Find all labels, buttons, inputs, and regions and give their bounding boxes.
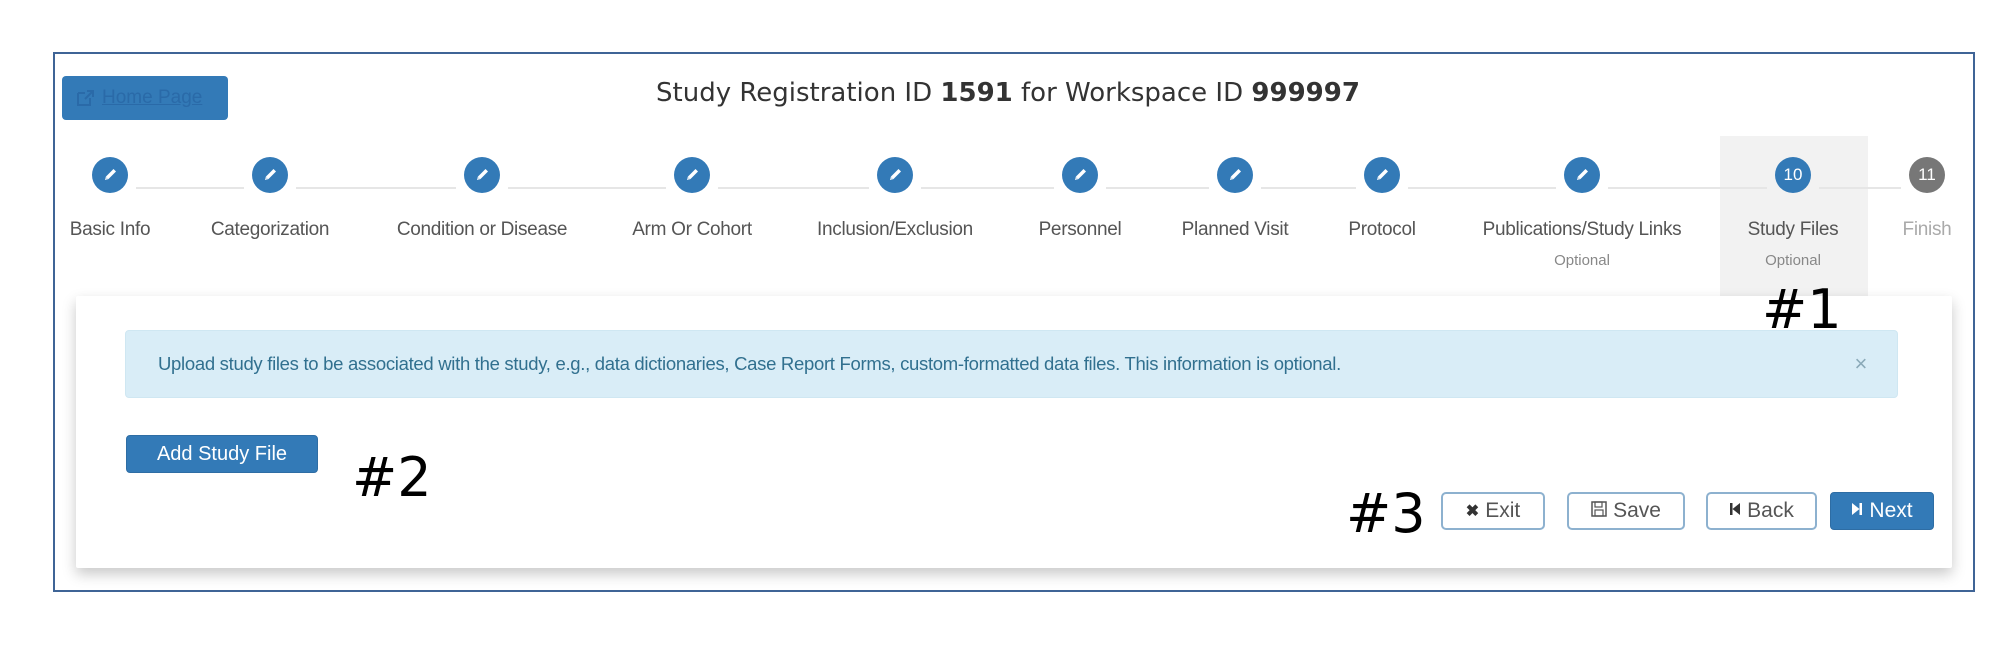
page-title: Study Registration ID 1591 for Workspace…	[0, 78, 2016, 108]
step-connector	[1608, 187, 1767, 189]
add-study-file-button[interactable]: Add Study File	[126, 435, 318, 473]
annotation-1: #1	[1762, 278, 1842, 341]
pencil-icon	[1062, 157, 1098, 193]
annotation-3: #3	[1346, 482, 1426, 545]
step-connector	[718, 187, 869, 189]
workspace-id: 999997	[1251, 78, 1360, 108]
pencil-icon	[877, 157, 913, 193]
step-optional-label: Optional	[1765, 252, 1821, 269]
save-label: Save	[1613, 499, 1661, 522]
pencil-icon	[674, 157, 710, 193]
floppy-disk-icon	[1591, 500, 1607, 522]
title-middle: for Workspace ID	[1021, 78, 1244, 108]
pencil-icon	[464, 157, 500, 193]
save-button[interactable]: Save	[1567, 492, 1685, 530]
title-prefix: Study Registration ID	[656, 78, 933, 108]
next-label: Next	[1869, 499, 1913, 522]
step-number-badge: 11	[1909, 157, 1945, 193]
next-button[interactable]: Next	[1830, 492, 1934, 530]
step-number-badge: 10	[1775, 157, 1811, 193]
step-label: Finish	[1902, 219, 1952, 240]
pencil-icon	[92, 157, 128, 193]
step-connector	[921, 187, 1054, 189]
pencil-icon	[252, 157, 288, 193]
step-connector	[1261, 187, 1356, 189]
step-connector	[508, 187, 666, 189]
exit-button[interactable]: ✖ Exit	[1441, 492, 1545, 530]
exit-label: Exit	[1485, 499, 1521, 522]
back-button[interactable]: Back	[1706, 492, 1817, 530]
study-id: 1591	[940, 78, 1013, 108]
pencil-icon	[1217, 157, 1253, 193]
step-connector	[1408, 187, 1556, 189]
info-alert: Upload study files to be associated with…	[125, 330, 1898, 398]
pencil-icon	[1564, 157, 1600, 193]
step-backward-icon	[1729, 501, 1741, 522]
step-forward-icon	[1851, 501, 1863, 522]
step-connector	[136, 187, 244, 189]
step-connector	[1819, 187, 1901, 189]
step-connector	[1106, 187, 1209, 189]
close-icon: ✖	[1465, 503, 1480, 520]
alert-text: Upload study files to be associated with…	[158, 353, 1341, 374]
annotation-2: #2	[352, 446, 432, 509]
close-icon[interactable]: ×	[1854, 351, 1867, 377]
pencil-icon	[1364, 157, 1400, 193]
back-label: Back	[1747, 499, 1794, 522]
step-connector	[296, 187, 456, 189]
add-study-file-label: Add Study File	[156, 442, 288, 465]
